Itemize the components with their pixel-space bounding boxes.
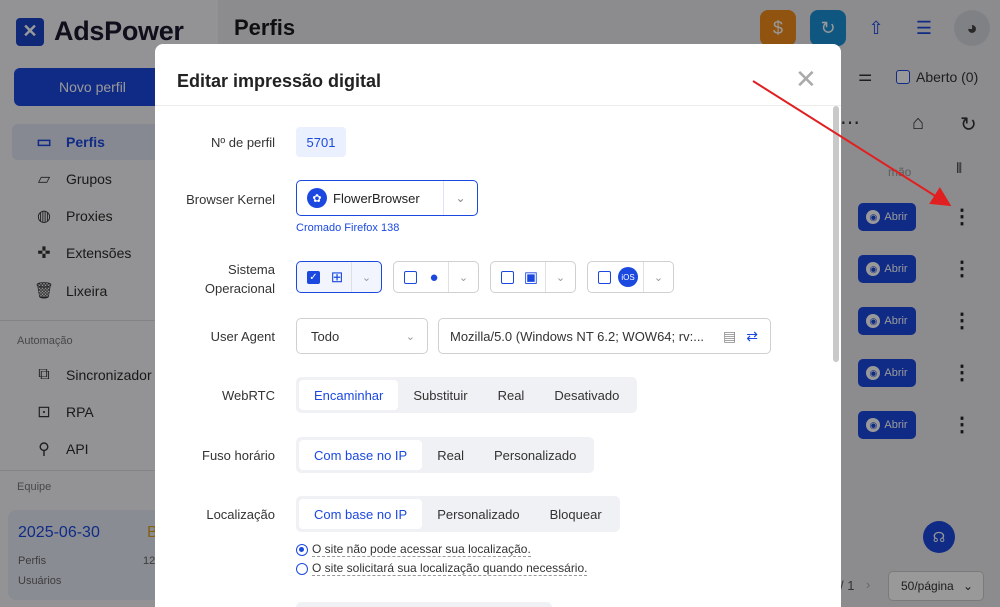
os-option-android[interactable]: ▣ ⌄ — [490, 261, 576, 293]
user-agent-value: Mozilla/5.0 (Windows NT 6.2; WOW64; rv:.… — [450, 328, 705, 344]
os-option-ios[interactable]: iOS ⌄ — [587, 261, 674, 293]
location-option-block[interactable]: Bloquear — [535, 499, 617, 529]
webrtc-option-real[interactable]: Real — [483, 380, 540, 410]
windows-icon: ⊞ — [330, 269, 344, 286]
user-agent-filter-value: Todo — [311, 328, 340, 344]
close-icon[interactable]: ✕ — [795, 66, 817, 92]
user-agent-filter-select[interactable]: Todo ⌄ — [296, 318, 428, 354]
checkbox-icon — [404, 270, 417, 284]
timezone-option-ip[interactable]: Com base no IP — [299, 440, 423, 470]
modal-scrollbar[interactable] — [833, 106, 839, 362]
location-radio-ask[interactable]: O site solicitará sua localização quando… — [296, 561, 588, 576]
chevron-down-icon[interactable]: ⌄ — [448, 262, 478, 292]
flowerbrowser-icon: ✿ — [307, 188, 327, 208]
document-icon[interactable]: ▤ — [723, 328, 736, 345]
os-label-line1: Sistema — [228, 262, 275, 277]
location-radio-label: O site solicitará sua localização quando… — [312, 561, 588, 576]
shuffle-icon[interactable]: ⇄ — [746, 328, 758, 345]
browser-kernel-value: FlowerBrowser — [333, 190, 420, 206]
browser-kernel-select[interactable]: ✿ FlowerBrowser ⌄ — [296, 180, 478, 216]
webrtc-option-replace[interactable]: Substituir — [398, 380, 482, 410]
os-option-macos[interactable]: ● ⌄ — [393, 261, 479, 293]
checkbox-icon — [501, 270, 514, 284]
webrtc-option-disabled[interactable]: Desativado — [539, 380, 634, 410]
timezone-label: Fuso horário — [202, 448, 275, 463]
webrtc-label: WebRTC — [222, 388, 275, 403]
radio-checked-icon — [296, 543, 308, 556]
timezone-segmented: Com base no IP Real Personalizado — [296, 437, 595, 473]
radio-unchecked-icon — [296, 562, 308, 575]
webrtc-option-forward[interactable]: Encaminhar — [299, 380, 399, 410]
ios-icon: iOS — [618, 267, 638, 287]
apple-icon: ● — [429, 268, 439, 286]
chevron-down-icon[interactable]: ⌄ — [545, 262, 575, 292]
chevron-down-icon: ⌄ — [443, 181, 477, 215]
location-option-ip[interactable]: Com base no IP — [299, 499, 423, 529]
user-agent-input[interactable]: Mozilla/5.0 (Windows NT 6.2; WOW64; rv:.… — [438, 318, 771, 354]
location-radio-label: O site não pode acessar sua localização. — [312, 542, 531, 557]
chevron-down-icon: ⌄ — [405, 330, 415, 343]
location-segmented: Com base no IP Personalizado Bloquear — [296, 496, 620, 532]
android-icon: ▣ — [523, 269, 539, 286]
next-field-partial — [296, 602, 552, 607]
browser-kernel-label: Browser Kernel — [186, 192, 275, 207]
modal-divider — [155, 105, 841, 106]
chevron-down-icon[interactable]: ⌄ — [643, 262, 673, 292]
timezone-option-custom[interactable]: Personalizado — [479, 440, 591, 470]
location-radio-deny[interactable]: O site não pode acessar sua localização. — [296, 542, 531, 557]
modal-title: Editar impressão digital — [177, 71, 382, 91]
webrtc-segmented: Encaminhar Substituir Real Desativado — [296, 377, 638, 413]
chevron-down-icon[interactable]: ⌄ — [351, 262, 381, 292]
browser-kernel-hint: Cromado Firefox 138 — [296, 222, 400, 234]
user-agent-label: User Agent — [210, 329, 275, 344]
location-option-custom[interactable]: Personalizado — [422, 499, 534, 529]
os-label-line2: Operacional — [204, 281, 275, 296]
profile-number-value: 5701 — [296, 127, 346, 157]
check-icon: ✓ — [307, 270, 320, 284]
timezone-option-real[interactable]: Real — [422, 440, 479, 470]
checkbox-icon — [598, 270, 611, 284]
os-option-windows[interactable]: ✓ ⊞ ⌄ — [296, 261, 382, 293]
edit-fingerprint-modal: Editar impressão digital ✕ Nº de perfil … — [155, 44, 841, 607]
location-label: Localização — [206, 507, 275, 522]
profile-number-label: Nº de perfil — [211, 135, 275, 150]
